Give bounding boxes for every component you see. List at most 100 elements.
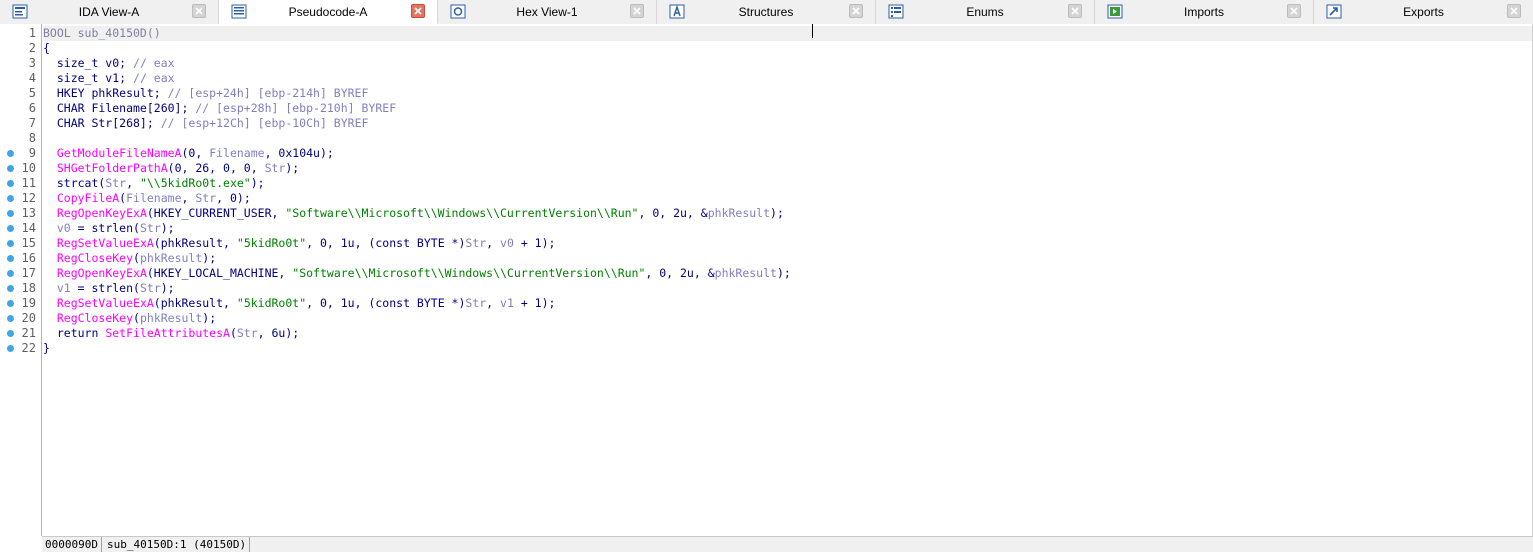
code-token[interactable]: CopyFileA [57, 191, 119, 205]
breakpoint-dot-icon[interactable] [7, 165, 14, 172]
breakpoint-dot-icon[interactable] [7, 315, 14, 322]
tab-structures[interactable]: Structures [657, 0, 876, 24]
tab-hex-view-1[interactable]: Hex View-1 [438, 0, 657, 24]
code-line[interactable]: HKEY phkResult; // [esp+24h] [ebp-214h] … [43, 86, 1532, 101]
gutter-row[interactable]: 21 [0, 326, 42, 341]
code-line[interactable]: strcat(Str, "\\5kidRo0t.exe"); [43, 176, 1532, 191]
close-icon[interactable] [630, 4, 644, 18]
gutter-row[interactable]: 16 [0, 251, 42, 266]
code-line[interactable]: SHGetFolderPathA(0, 26, 0, 0, Str); [43, 161, 1532, 176]
pseudocode-editor[interactable]: BOOL sub_40150D(){ size_t v0; // eax siz… [42, 24, 1533, 536]
tab-ida-view-a[interactable]: IDA View-A [0, 0, 219, 24]
code-line[interactable]: BOOL sub_40150D() [43, 26, 1532, 41]
code-token[interactable]: Filename [209, 146, 264, 160]
code-line[interactable]: } [43, 341, 1532, 356]
code-line[interactable]: CHAR Filename[260]; // [esp+28h] [ebp-21… [43, 101, 1532, 116]
breakpoint-dot-icon[interactable] [7, 225, 14, 232]
gutter-row[interactable]: 20 [0, 311, 42, 326]
gutter-row[interactable]: 6 [0, 101, 42, 116]
code-token[interactable]: RegOpenKeyExA [57, 266, 147, 280]
close-icon[interactable] [411, 4, 425, 18]
gutter-row[interactable]: 2 [0, 41, 42, 56]
code-token[interactable]: SHGetFolderPathA [57, 161, 168, 175]
breakpoint-dot-icon[interactable] [7, 330, 14, 337]
gutter-row[interactable]: 13 [0, 206, 42, 221]
tab-imports[interactable]: Imports [1095, 0, 1314, 24]
code-token[interactable]: v1 [500, 296, 514, 310]
gutter-row[interactable]: 1 [0, 26, 42, 41]
breakpoint-dot-icon[interactable] [7, 195, 14, 202]
gutter-row[interactable]: 7 [0, 116, 42, 131]
breakpoint-dot-icon[interactable] [7, 255, 14, 262]
tab-pseudocode-a[interactable]: Pseudocode-A [219, 0, 438, 24]
breakpoint-dot-icon[interactable] [7, 300, 14, 307]
gutter-row[interactable]: 22 [0, 341, 42, 356]
gutter-row[interactable]: 11 [0, 176, 42, 191]
code-token[interactable]: phkResult [140, 251, 202, 265]
code-line[interactable]: CHAR Str[268]; // [esp+12Ch] [ebp-10Ch] … [43, 116, 1532, 131]
code-line[interactable]: return SetFileAttributesA(Str, 6u); [43, 326, 1532, 341]
code-token[interactable]: Filename [126, 191, 181, 205]
code-line[interactable] [43, 131, 1532, 146]
gutter-row[interactable]: 3 [0, 56, 42, 71]
code-line[interactable]: RegOpenKeyExA(HKEY_CURRENT_USER, "Softwa… [43, 206, 1532, 221]
code-line[interactable]: RegSetValueExA(phkResult, "5kidRo0t", 0,… [43, 236, 1532, 251]
code-token[interactable]: Str [140, 281, 161, 295]
code-token[interactable]: Str [140, 221, 161, 235]
close-icon[interactable] [1507, 4, 1521, 18]
gutter-row[interactable]: 8 [0, 131, 42, 146]
gutter-row[interactable]: 5 [0, 86, 42, 101]
breakpoint-dot-icon[interactable] [7, 345, 14, 352]
code-line[interactable]: GetModuleFileNameA(0, Filename, 0x104u); [43, 146, 1532, 161]
gutter-row[interactable]: 4 [0, 71, 42, 86]
code-line[interactable]: RegCloseKey(phkResult); [43, 311, 1532, 326]
code-token[interactable]: v1 [57, 281, 71, 295]
code-token[interactable]: Str [265, 161, 286, 175]
gutter-row[interactable]: 10 [0, 161, 42, 176]
gutter-row[interactable]: 14 [0, 221, 42, 236]
code-line[interactable]: size_t v1; // eax [43, 71, 1532, 86]
code-token[interactable]: phkResult [140, 311, 202, 325]
gutter-row[interactable]: 19 [0, 296, 42, 311]
code-line[interactable]: size_t v0; // eax [43, 56, 1532, 71]
breakpoint-dot-icon[interactable] [7, 240, 14, 247]
code-line[interactable]: RegCloseKey(phkResult); [43, 251, 1532, 266]
close-icon[interactable] [1287, 4, 1301, 18]
breakpoint-dot-icon[interactable] [7, 210, 14, 217]
code-token[interactable]: Str [105, 176, 126, 190]
code-token[interactable]: SetFileAttributesA [105, 326, 230, 340]
code-token[interactable]: GetModuleFileNameA [57, 146, 182, 160]
code-token[interactable]: phkResult [715, 266, 777, 280]
code-token[interactable]: Str [465, 236, 486, 250]
breakpoint-dot-icon[interactable] [7, 150, 14, 157]
breakpoint-dot-icon[interactable] [7, 180, 14, 187]
gutter-row[interactable]: 12 [0, 191, 42, 206]
code-token[interactable]: RegOpenKeyExA [57, 206, 147, 220]
gutter-row[interactable]: 17 [0, 266, 42, 281]
code-line[interactable]: CopyFileA(Filename, Str, 0); [43, 191, 1532, 206]
code-token[interactable]: v0 [500, 236, 514, 250]
close-icon[interactable] [849, 4, 863, 18]
tab-enums[interactable]: Enums [876, 0, 1095, 24]
breakpoint-dot-icon[interactable] [7, 270, 14, 277]
code-token[interactable]: RegCloseKey [57, 251, 133, 265]
gutter-row[interactable]: 9 [0, 146, 42, 161]
code-token[interactable]: Str [195, 191, 216, 205]
close-icon[interactable] [192, 4, 206, 18]
tab-exports[interactable]: Exports [1314, 0, 1533, 24]
code-token[interactable]: v0 [57, 221, 71, 235]
code-line[interactable]: { [43, 41, 1532, 56]
breakpoint-dot-icon[interactable] [7, 285, 14, 292]
code-token[interactable]: RegSetValueExA [57, 296, 154, 310]
code-line[interactable]: v1 = strlen(Str); [43, 281, 1532, 296]
code-token[interactable]: RegSetValueExA [57, 236, 154, 250]
line-number-gutter[interactable]: 1 2 3 4 5 6 7 8 9 10 11 12 13 14 15 16 17 18 19 20 21 22 [0, 24, 42, 536]
code-token[interactable]: RegCloseKey [57, 311, 133, 325]
code-token[interactable]: Str [237, 326, 258, 340]
code-token[interactable]: Str [465, 296, 486, 310]
gutter-row[interactable]: 18 [0, 281, 42, 296]
code-line[interactable]: RegOpenKeyExA(HKEY_LOCAL_MACHINE, "Softw… [43, 266, 1532, 281]
gutter-row[interactable]: 15 [0, 236, 42, 251]
close-icon[interactable] [1068, 4, 1082, 18]
code-line[interactable]: v0 = strlen(Str); [43, 221, 1532, 236]
